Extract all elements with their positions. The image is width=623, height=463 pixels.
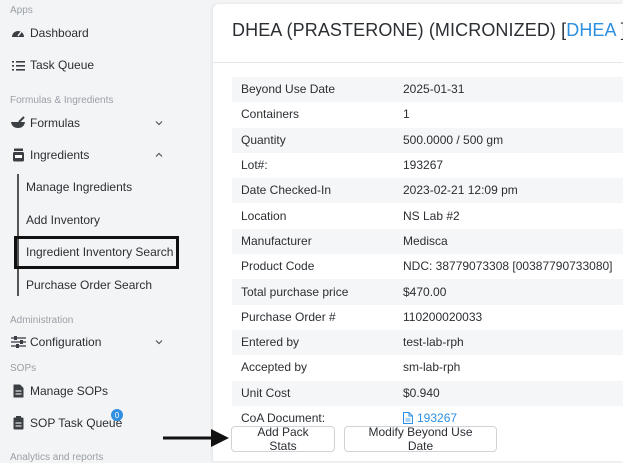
- title-divider: [213, 62, 623, 63]
- clipboard-icon: [10, 416, 26, 430]
- coa-document-number: 193267: [417, 411, 458, 425]
- sidebar-item-label: SOP Task Queue: [30, 416, 123, 430]
- submenu-indent-line: [17, 174, 19, 296]
- chevron-down-icon[interactable]: [155, 119, 163, 127]
- sidebar-subitem-purchase-order-search[interactable]: Purchase Order Search: [26, 274, 152, 296]
- sidebar-item-configuration[interactable]: Configuration: [10, 331, 101, 353]
- row-label: CoA Document:: [241, 411, 326, 425]
- row-value: $0.940: [403, 385, 440, 400]
- section-formulas-ingredients: Formulas & Ingredients: [10, 95, 114, 106]
- row-label: Purchase Order #: [241, 309, 336, 324]
- row-value: sm-lab-rph: [403, 360, 461, 375]
- sidebar-item-label: Dashboard: [30, 26, 89, 40]
- page-title: DHEA (PRASTERONE) (MICRONIZED) [DHEA ]: [232, 20, 623, 41]
- table-row: Purchase Order # 110200020033: [232, 305, 623, 330]
- sidebar-item-label: Manage SOPs: [30, 384, 109, 398]
- table-row: Entered by test-lab-rph: [232, 329, 623, 356]
- row-value: NDC: 38779073308 [00387790733080]: [403, 259, 613, 274]
- annotation-highlight-box: [14, 236, 179, 269]
- sidebar-item-label: Ingredients: [30, 148, 90, 162]
- table-row: Unit Cost $0.940: [232, 380, 623, 406]
- sliders-icon: [10, 335, 26, 349]
- sidebar-subitem-add-inventory[interactable]: Add Inventory: [26, 209, 100, 231]
- section-analytics: Analytics and reports: [10, 452, 104, 463]
- row-value: Medisca: [403, 233, 448, 248]
- row-label: Unit Cost: [241, 385, 291, 400]
- table-row: Quantity 500.0000 / 500 gm: [232, 127, 623, 153]
- sidebar-item-dashboard[interactable]: Dashboard: [10, 22, 89, 44]
- sidebar-item-label: Formulas: [30, 116, 81, 130]
- row-value: test-lab-rph: [403, 335, 464, 350]
- row-label: Quantity: [241, 132, 286, 147]
- jar-icon: [10, 148, 26, 162]
- row-label: Date Checked-In: [241, 183, 332, 198]
- section-apps: Apps: [10, 5, 33, 16]
- table-row: Total purchase price $470.00: [232, 279, 623, 305]
- arrow-right-icon: [163, 429, 229, 447]
- sidebar-item-label: Configuration: [30, 335, 102, 349]
- modify-beyond-use-date-button[interactable]: Modify Beyond Use Date: [344, 425, 497, 453]
- row-label: Beyond Use Date: [241, 82, 336, 97]
- row-value: 500.0000 / 500 gm: [403, 132, 504, 147]
- details-table: Beyond Use Date 2025-01-31 Containers 1 Qu…: [232, 77, 623, 431]
- dashboard-icon: [10, 26, 26, 40]
- row-label: Containers: [241, 107, 300, 122]
- sidebar-item-formulas[interactable]: Formulas: [10, 112, 80, 134]
- table-row: Date Checked-In 2023-02-21 12:09 pm: [232, 178, 623, 204]
- chevron-down-icon[interactable]: [155, 338, 163, 346]
- sidebar-item-task-queue[interactable]: Task Queue: [10, 54, 94, 76]
- title-text: DHEA (PRASTERONE) (MICRONIZED) [: [232, 20, 567, 40]
- sidebar-item-label: Task Queue: [30, 58, 95, 72]
- sidebar-item-sop-task-queue[interactable]: SOP Task Queue: [10, 412, 122, 434]
- row-label: Manufacturer: [241, 233, 312, 248]
- table-row: Containers 1: [232, 102, 623, 127]
- table-row: Beyond Use Date 2025-01-31: [232, 77, 623, 103]
- sidebar: Apps Dashboard Task Queue Formulas & Ing…: [0, 0, 212, 463]
- sidebar-item-manage-sops[interactable]: Manage SOPs: [10, 380, 108, 402]
- row-value: 2023-02-21 12:09 pm: [403, 183, 518, 198]
- chevron-up-icon[interactable]: [155, 151, 163, 159]
- coa-document-link[interactable]: 193267: [403, 411, 457, 425]
- row-value: 1: [403, 107, 410, 122]
- list-icon: [10, 58, 26, 72]
- ingredient-code-link[interactable]: DHEA: [566, 20, 615, 40]
- table-row: Manufacturer Medisca: [232, 228, 623, 255]
- row-label: Accepted by: [241, 360, 308, 375]
- row-value: 110200020033: [403, 309, 483, 324]
- document-icon: [10, 384, 26, 398]
- row-value: NS Lab #2: [403, 208, 460, 223]
- section-administration: Administration: [10, 315, 74, 326]
- table-row: Location NS Lab #2: [232, 203, 623, 228]
- sop-count-badge: 0: [111, 409, 123, 421]
- row-label: Entered by: [241, 335, 300, 350]
- mortar-pestle-icon: [10, 116, 26, 130]
- file-icon: [403, 412, 413, 424]
- row-label: Lot#:: [241, 158, 268, 173]
- table-row: Lot#: 193267: [232, 153, 623, 178]
- row-value: 2025-01-31: [403, 82, 465, 97]
- sidebar-subitem-manage-ingredients[interactable]: Manage Ingredients: [26, 176, 132, 198]
- row-label: Total purchase price: [241, 284, 349, 299]
- section-sops: SOPs: [10, 363, 37, 374]
- row-label: Location: [241, 208, 287, 223]
- row-value: $470.00: [403, 284, 447, 299]
- sidebar-item-ingredients[interactable]: Ingredients: [10, 144, 89, 166]
- add-pack-stats-button[interactable]: Add Pack Stats: [231, 425, 335, 453]
- title-bracket: ]: [616, 20, 623, 40]
- row-label: Product Code: [241, 259, 315, 274]
- table-row: Product Code NDC: 38779073308 [0038779073…: [232, 254, 623, 279]
- table-row: Accepted by sm-lab-rph: [232, 355, 623, 380]
- row-value: 193267: [403, 158, 444, 173]
